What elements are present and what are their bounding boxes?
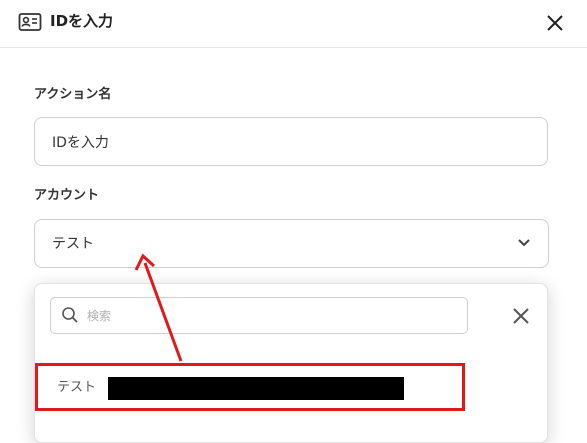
search-field[interactable] (50, 297, 468, 334)
account-label: アカウント (34, 188, 100, 203)
modal-title: IDを入力 (50, 12, 114, 30)
dropdown-option[interactable]: テスト (35, 363, 465, 411)
modal-header: IDを入力 (0, 0, 587, 48)
option-label: テスト (57, 380, 97, 395)
close-icon[interactable] (544, 12, 566, 34)
action-name-label: アクション名 (34, 87, 112, 102)
search-icon (62, 307, 78, 323)
action-name-input[interactable] (34, 117, 548, 166)
account-select[interactable]: テスト (34, 219, 549, 268)
close-icon[interactable] (512, 307, 530, 325)
chevron-down-icon (518, 239, 530, 247)
search-input[interactable] (85, 304, 449, 328)
account-selected-value: テスト (52, 236, 94, 252)
redacted-text (108, 377, 404, 400)
id-card-icon (18, 13, 42, 31)
